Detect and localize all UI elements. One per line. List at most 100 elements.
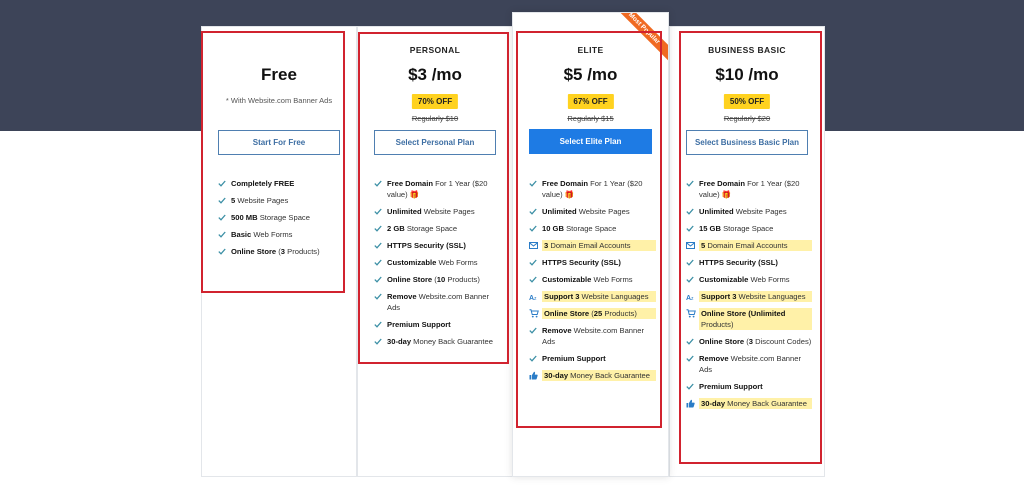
translate-icon: Az: [529, 291, 539, 302]
plan-name: BUSINESS BASIC: [708, 45, 786, 55]
plan-name: PERSONAL: [409, 45, 461, 55]
check-icon: [218, 195, 228, 206]
check-icon: [529, 178, 539, 189]
check-icon: [529, 257, 539, 268]
check-icon: [529, 274, 539, 285]
list-item: 3 Domain Email Accounts: [529, 240, 656, 251]
check-icon: [686, 223, 696, 234]
feature-list: Free Domain For 1 Year ($20 value) 🎁 Unl…: [529, 178, 656, 387]
list-item: Premium Support: [529, 353, 656, 364]
check-icon: [686, 353, 696, 364]
list-item: Customizable Web Forms: [374, 257, 500, 268]
list-item: 5 Domain Email Accounts: [686, 240, 812, 251]
list-item: 30-day Money Back Guarantee: [686, 398, 812, 409]
check-icon: [374, 336, 384, 347]
check-icon: [374, 206, 384, 217]
feature-list: Free Domain For 1 Year ($20 value) 🎁 Unl…: [686, 178, 812, 415]
list-item: 5 Website Pages: [218, 195, 344, 206]
check-icon: [218, 178, 228, 189]
check-icon: [686, 381, 696, 392]
thumbs-up-icon: [686, 398, 696, 409]
list-item: Remove Website.com Banner Ads: [529, 325, 656, 347]
list-item: HTTPS Security (SSL): [529, 257, 656, 268]
plan-note: * With Website.com Banner Ads: [225, 96, 333, 105]
plan-card-personal: PERSONAL $3 /mo 70% OFF Regularly $10 Se…: [357, 26, 513, 477]
check-icon: [374, 319, 384, 330]
list-item: Online Store (3 Products): [218, 246, 344, 257]
list-item: Premium Support: [686, 381, 812, 392]
check-icon: [374, 274, 384, 285]
plan-price: Free: [261, 65, 297, 84]
list-item: Online Store (25 Products): [529, 308, 656, 319]
check-icon: [374, 178, 384, 189]
check-icon: [374, 291, 384, 302]
discount-badge: 50% OFF: [723, 94, 771, 109]
cart-icon: [686, 308, 696, 319]
check-icon: [529, 325, 539, 336]
discount-badge: 67% OFF: [567, 94, 614, 109]
feature-list: Completely FREE 5 Website Pages 500 MB S…: [218, 178, 344, 263]
list-item: Online Store (10 Products): [374, 274, 500, 285]
list-item: Remove Website.com Banner Ads: [374, 291, 500, 313]
list-item: 500 MB Storage Space: [218, 212, 344, 223]
plan-card-free: Free * With Website.com Banner Ads Start…: [201, 26, 357, 477]
check-icon: [374, 257, 384, 268]
list-item: 2 GB Storage Space: [374, 223, 500, 234]
plan-price: $3 /mo: [408, 65, 462, 84]
discount-badge: 70% OFF: [411, 94, 459, 109]
check-icon: [218, 246, 228, 257]
list-item: Unlimited Website Pages: [686, 206, 812, 217]
list-item: Basic Web Forms: [218, 229, 344, 240]
list-item: Free Domain For 1 Year ($20 value) 🎁: [529, 178, 656, 200]
check-icon: [686, 257, 696, 268]
list-item: Customizable Web Forms: [529, 274, 656, 285]
list-item: HTTPS Security (SSL): [374, 240, 500, 251]
check-icon: [218, 229, 228, 240]
plan-card-elite: Most Popular ELITE $5 /mo 67% OFF Regula…: [512, 12, 669, 477]
svg-text:z: z: [691, 296, 694, 301]
check-icon: [218, 212, 228, 223]
svg-text:z: z: [534, 296, 537, 301]
list-item: Free Domain For 1 Year ($20 value) 🎁: [686, 178, 812, 200]
check-icon: [529, 206, 539, 217]
list-item: Premium Support: [374, 319, 500, 330]
list-item: 15 GB Storage Space: [686, 223, 812, 234]
envelope-icon: [686, 240, 696, 251]
list-item: Online Store (3 Discount Codes): [686, 336, 812, 347]
list-item: 30-day Money Back Guarantee: [374, 336, 500, 347]
list-item: Completely FREE: [218, 178, 344, 189]
thumbs-up-icon: [529, 370, 539, 381]
translate-icon: Az: [686, 291, 696, 302]
plan-price: $10 /mo: [715, 65, 779, 84]
check-icon: [374, 240, 384, 251]
list-item: 10 GB Storage Space: [529, 223, 656, 234]
list-item: Customizable Web Forms: [686, 274, 812, 285]
envelope-icon: [529, 240, 539, 251]
start-for-free-button[interactable]: Start For Free: [218, 130, 340, 155]
feature-list: Free Domain For 1 Year ($20 value) 🎁 Unl…: [374, 178, 500, 353]
regular-price: Regularly $15: [567, 114, 614, 123]
regular-price: Regularly $10: [411, 114, 459, 123]
list-item: Az Support 3 Website Languages: [529, 291, 656, 302]
list-item: 30-day Money Back Guarantee: [529, 370, 656, 381]
list-item: Online Store (Unlimited Products): [686, 308, 812, 330]
check-icon: [686, 336, 696, 347]
most-popular-ribbon: Most Popular: [606, 13, 668, 75]
list-item: Remove Website.com Banner Ads: [686, 353, 812, 375]
plan-card-business-basic: BUSINESS BASIC $10 /mo 50% OFF Regularly…: [669, 26, 825, 477]
check-icon: [686, 178, 696, 189]
cart-icon: [529, 308, 539, 319]
list-item: Free Domain For 1 Year ($20 value) 🎁: [374, 178, 500, 200]
select-business-basic-plan-button[interactable]: Select Business Basic Plan: [686, 130, 808, 155]
check-icon: [529, 353, 539, 364]
check-icon: [686, 274, 696, 285]
check-icon: [529, 223, 539, 234]
regular-price: Regularly $20: [723, 114, 771, 123]
select-elite-plan-button[interactable]: Select Elite Plan: [529, 129, 652, 154]
list-item: Az Support 3 Website Languages: [686, 291, 812, 302]
ribbon-label: Most Popular: [606, 13, 668, 68]
select-personal-plan-button[interactable]: Select Personal Plan: [374, 130, 496, 155]
list-item: Unlimited Website Pages: [374, 206, 500, 217]
list-item: HTTPS Security (SSL): [686, 257, 812, 268]
check-icon: [686, 206, 696, 217]
